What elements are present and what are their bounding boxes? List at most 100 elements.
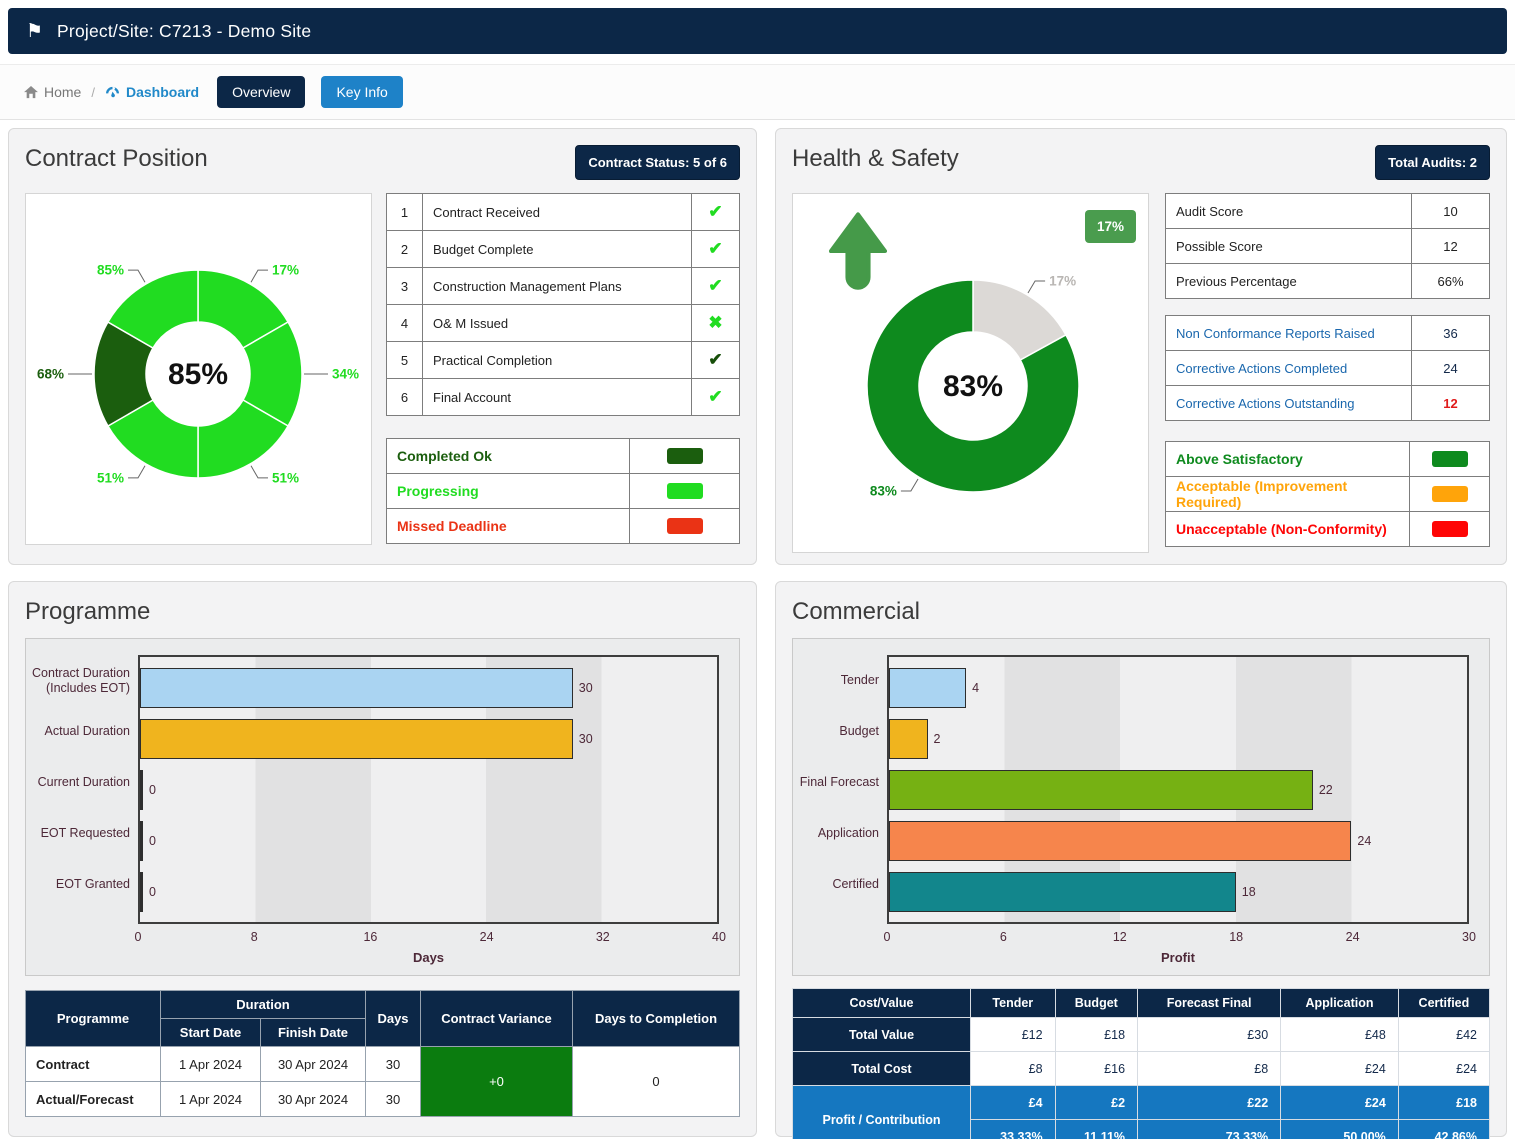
bar — [889, 821, 1351, 861]
legend-row: Acceptable (Improvement Required) — [1166, 477, 1490, 512]
category-label: Actual Duration — [32, 706, 138, 757]
category-label: Final Forecast — [799, 757, 887, 808]
up-arrow-icon — [829, 210, 887, 296]
overview-button[interactable]: Overview — [217, 76, 305, 108]
label-leader-line — [251, 466, 268, 478]
table-row: Profit / Contribution £4 £2 £22 £24 £18 — [793, 1086, 1490, 1120]
hs-donut-chart: 17% 17% 83% 83% — [792, 193, 1149, 553]
commercial-title: Commercial — [792, 598, 1490, 626]
category-label: Certified — [799, 859, 887, 910]
key-info-button[interactable]: Key Info — [321, 76, 402, 108]
segment-label: 17% — [272, 263, 299, 278]
audit-score-table: Audit Score 10 Possible Score 12 Previou… — [1165, 193, 1490, 299]
check-icon: ✔ — [708, 202, 722, 221]
check-icon: ✔ — [708, 239, 722, 258]
category-label: Application — [799, 808, 887, 859]
axis-tick-label: 12 — [1113, 930, 1127, 944]
category-label: Current Duration — [32, 757, 138, 808]
programme-bar-chart: Contract Duration (Includes EOT)Actual D… — [25, 638, 740, 976]
home-icon — [24, 86, 38, 99]
table-row: Previous Percentage 66% — [1166, 264, 1490, 299]
flag-icon: ⚑ — [26, 20, 43, 43]
legend-swatch — [1432, 521, 1468, 537]
ncr-table: Non Conformance Reports Raised 36 Correc… — [1165, 315, 1490, 421]
checklist-row: 6 Final Account ✔ — [387, 379, 740, 416]
bar — [140, 719, 573, 759]
bar-row: 0 — [140, 866, 717, 917]
axis-tick-label: 18 — [1229, 930, 1243, 944]
axis-tick-label: 16 — [363, 930, 377, 944]
bar — [140, 668, 573, 708]
checklist-row: 5 Practical Completion ✔ — [387, 342, 740, 379]
contract-donut-chart: 17%34%51%51%68%85%85% — [25, 193, 372, 545]
legend-swatch — [1432, 451, 1468, 467]
legend-swatch — [1432, 486, 1468, 502]
segment-label: 51% — [272, 470, 299, 485]
donut-center-label: 85% — [168, 358, 228, 391]
axis-tick-label: 24 — [480, 930, 494, 944]
contract-position-panel: Contract Position Contract Status: 5 of … — [8, 128, 757, 565]
label-leader-line — [1028, 281, 1045, 293]
label-leader-line — [251, 270, 268, 282]
bar-value-label: 4 — [972, 681, 979, 695]
bar — [889, 872, 1236, 912]
checklist-row: 4 O& M Issued ✖ — [387, 305, 740, 342]
breadcrumb-home[interactable]: Home — [24, 84, 81, 100]
contract-variance-cell: +0 — [421, 1047, 573, 1117]
table-row: Total Value £12 £18 £30 £48 £42 — [793, 1018, 1490, 1052]
contract-legend: Completed Ok Progressing Missed Deadline — [386, 438, 740, 544]
bar — [889, 770, 1313, 810]
hs-legend: Above Satisfactory Acceptable (Improveme… — [1165, 441, 1490, 547]
bar-row: 30 — [140, 713, 717, 764]
segment-label: 83% — [870, 484, 897, 499]
category-label: Tender — [799, 655, 887, 706]
segment-label: 34% — [332, 366, 359, 381]
commercial-table: Cost/Value Tender Budget Forecast Final … — [792, 988, 1490, 1139]
table-row: Corrective Actions Completed 24 — [1166, 351, 1490, 386]
bar-row: 24 — [889, 815, 1467, 866]
contract-status-badge: Contract Status: 5 of 6 — [575, 145, 740, 180]
bar-row: 0 — [140, 815, 717, 866]
breadcrumb-dashboard[interactable]: Dashboard — [105, 84, 199, 100]
bar-value-label: 0 — [149, 783, 156, 797]
bar-value-label: 22 — [1319, 783, 1333, 797]
commercial-bar-chart: TenderBudgetFinal ForecastApplicationCer… — [792, 638, 1490, 976]
dashboard-icon — [105, 86, 120, 99]
legend-row: Missed Deadline — [387, 509, 740, 544]
axis-tick-label: 0 — [135, 930, 142, 944]
checklist-row: 3 Construction Management Plans ✔ — [387, 268, 740, 305]
category-label: Budget — [799, 706, 887, 757]
improvement-badge: 17% — [1085, 210, 1136, 243]
label-leader-line — [128, 466, 145, 478]
segment-label: 51% — [97, 470, 124, 485]
category-label: EOT Requested — [32, 808, 138, 859]
checklist-row: 1 Contract Received ✔ — [387, 194, 740, 231]
axis-tick-label: 32 — [596, 930, 610, 944]
x-axis-label: Profit — [887, 948, 1469, 969]
bar-row: 2 — [889, 713, 1467, 764]
bar-row: 30 — [140, 662, 717, 713]
legend-swatch — [667, 448, 703, 464]
check-icon: ✔ — [708, 387, 722, 406]
axis-tick-label: 30 — [1462, 930, 1476, 944]
bar — [140, 821, 143, 861]
programme-panel: Programme Contract Duration (Includes EO… — [8, 581, 757, 1137]
segment-label: 68% — [37, 367, 64, 382]
total-audits-badge: Total Audits: 2 — [1375, 145, 1490, 180]
check-icon: ✔ — [708, 276, 722, 295]
bar-row: 18 — [889, 866, 1467, 917]
donut-center-label: 83% — [943, 370, 1003, 403]
axis-tick-label: 40 — [712, 930, 726, 944]
legend-row: Above Satisfactory — [1166, 442, 1490, 477]
legend-row: Unacceptable (Non-Conformity) — [1166, 512, 1490, 547]
axis-tick-label: 0 — [884, 930, 891, 944]
bar-value-label: 24 — [1357, 834, 1371, 848]
page-title: Project/Site: C7213 - Demo Site — [57, 21, 311, 42]
segment-label: 17% — [1049, 273, 1076, 288]
category-label: Contract Duration (Includes EOT) — [32, 655, 138, 706]
bar — [889, 668, 966, 708]
table-row: Corrective Actions Outstanding 12 — [1166, 386, 1490, 421]
health-safety-title: Health & Safety — [792, 145, 959, 173]
axis-tick-label: 8 — [251, 930, 258, 944]
category-label: EOT Granted — [32, 859, 138, 910]
